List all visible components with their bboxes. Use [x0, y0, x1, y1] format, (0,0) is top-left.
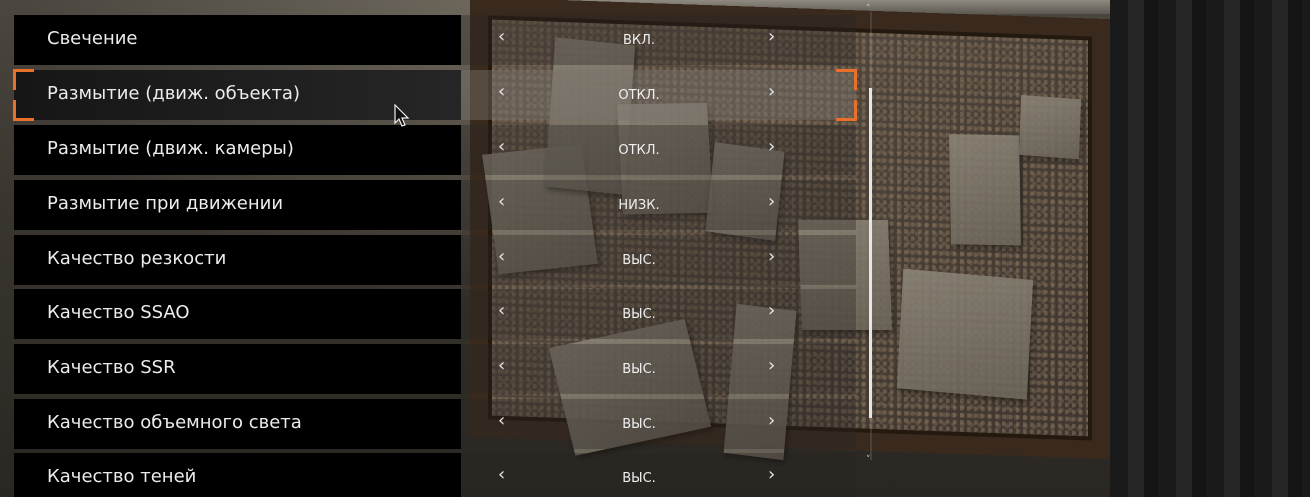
chevron-right-icon[interactable]: › — [768, 83, 775, 101]
chevron-right-icon[interactable]: › — [768, 28, 775, 46]
mouse-cursor-icon — [394, 104, 410, 127]
settings-row[interactable]: Качество теней ‹ ВЫС. › — [14, 453, 856, 497]
settings-row-value: ОТКЛ. — [618, 143, 660, 158]
selection-bracket — [13, 100, 34, 121]
selection-bracket — [836, 100, 857, 121]
selection-bracket — [836, 69, 857, 90]
settings-row-value: ВЫС. — [622, 307, 656, 322]
settings-row-label: Размытие (движ. объекта) — [47, 83, 300, 104]
settings-row-label: Размытие при движении — [47, 193, 284, 214]
chevron-left-icon[interactable]: ‹ — [498, 138, 505, 156]
chevron-left-icon[interactable]: ‹ — [498, 248, 505, 266]
settings-row-value: ОТКЛ. — [618, 88, 660, 103]
settings-row-label: Качество резкости — [47, 248, 227, 269]
chevron-left-icon[interactable]: ‹ — [498, 83, 505, 101]
scroll-down-icon[interactable]: ˅ — [866, 456, 871, 465]
settings-row-value: ВЫС. — [622, 362, 656, 377]
chevron-right-icon[interactable]: › — [768, 248, 775, 266]
chevron-right-icon[interactable]: › — [768, 138, 775, 156]
settings-row-value: ВЫС. — [622, 253, 656, 268]
scrollbar-thumb[interactable] — [869, 88, 872, 418]
settings-row[interactable]: Свечение ‹ ВКЛ. › — [14, 15, 856, 65]
settings-screen: Свечение ‹ ВКЛ. › Размытие (движ. объекта) ‹ О… — [0, 0, 1310, 497]
chevron-left-icon[interactable]: ‹ — [498, 357, 505, 375]
chevron-left-icon[interactable]: ‹ — [498, 193, 505, 211]
settings-row-label: Свечение — [47, 28, 138, 49]
background-curtain — [1110, 0, 1310, 497]
settings-row[interactable]: Качество SSR ‹ ВЫС. › — [14, 344, 856, 394]
settings-row[interactable]: Размытие (движ. камеры) ‹ ОТКЛ. › — [14, 125, 856, 175]
settings-row-value: ВЫС. — [622, 417, 656, 432]
chevron-left-icon[interactable]: ‹ — [498, 28, 505, 46]
settings-row[interactable]: Размытие (движ. объекта) ‹ ОТКЛ. › — [13, 69, 857, 121]
settings-row-value: ВКЛ. — [622, 33, 656, 48]
settings-row[interactable]: Размытие при движении ‹ НИЗК. › — [14, 180, 856, 230]
settings-row-value: НИЗК. — [618, 198, 660, 213]
settings-row-label: Качество объемного света — [47, 412, 302, 433]
chevron-right-icon[interactable]: › — [768, 466, 775, 484]
selection-bracket — [13, 69, 34, 90]
settings-row[interactable]: Качество объемного света ‹ ВЫС. › — [14, 399, 856, 449]
background-paper — [1018, 95, 1082, 160]
chevron-right-icon[interactable]: › — [768, 412, 775, 430]
scroll-up-icon[interactable]: ˄ — [866, 5, 871, 14]
chevron-left-icon[interactable]: ‹ — [498, 302, 505, 320]
chevron-right-icon[interactable]: › — [768, 193, 775, 211]
settings-row[interactable]: Качество SSAO ‹ ВЫС. › — [14, 289, 856, 339]
settings-row-label: Размытие (движ. камеры) — [47, 138, 294, 159]
settings-row-label: Качество теней — [47, 466, 197, 487]
background-paper — [896, 268, 1034, 400]
chevron-right-icon[interactable]: › — [768, 302, 775, 320]
settings-row-value: ВЫС. — [622, 471, 656, 486]
settings-row-label: Качество SSR — [47, 357, 176, 378]
settings-row[interactable]: Качество резкости ‹ ВЫС. › — [14, 235, 856, 285]
settings-row-label: Качество SSAO — [47, 302, 190, 323]
chevron-left-icon[interactable]: ‹ — [498, 466, 505, 484]
chevron-left-icon[interactable]: ‹ — [498, 412, 505, 430]
background-paper — [949, 134, 1021, 246]
chevron-right-icon[interactable]: › — [768, 357, 775, 375]
